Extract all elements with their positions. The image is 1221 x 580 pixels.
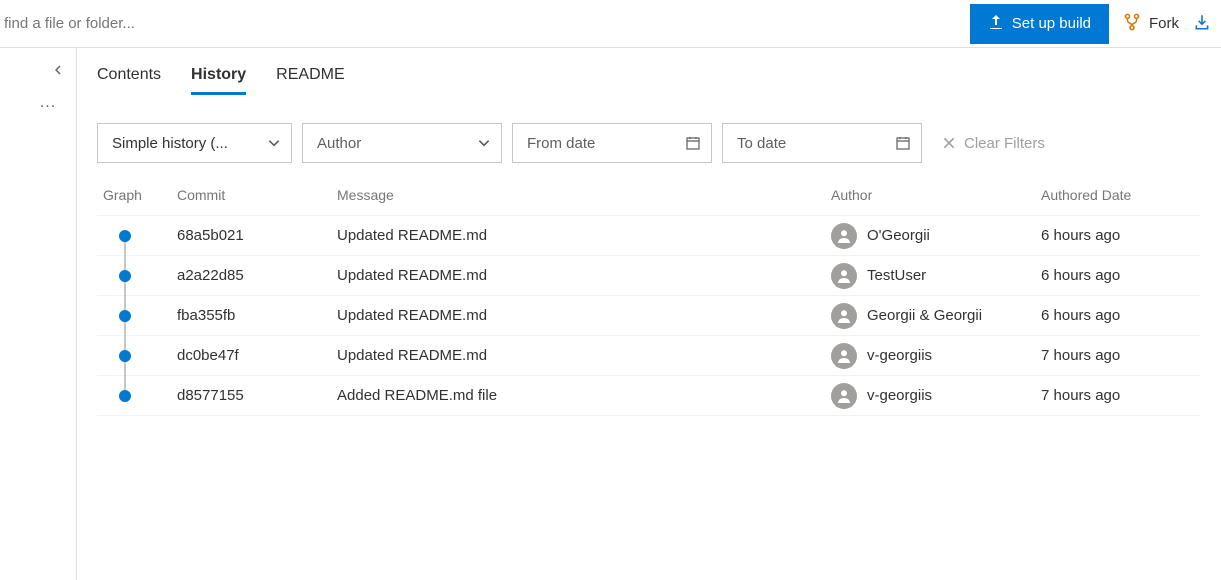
ellipsis-icon: ... — [40, 94, 56, 112]
sidebar: ... — [0, 48, 77, 580]
header-message: Message — [337, 187, 831, 203]
commit-message[interactable]: Added README.md file — [337, 387, 831, 404]
header-date: Authored Date — [1041, 187, 1201, 203]
commit-hash[interactable]: 68a5b021 — [177, 227, 337, 244]
filter-row: Simple history (... Author From date To … — [97, 123, 1201, 163]
avatar — [831, 343, 857, 369]
graph-node-icon — [119, 230, 131, 242]
top-bar: find a file or folder... Set up build Fo… — [0, 0, 1221, 48]
graph-node-icon — [119, 390, 131, 402]
fork-button[interactable]: Fork — [1109, 4, 1193, 44]
table-row[interactable]: 68a5b021Updated README.md O'Georgii 6 hour… — [97, 216, 1201, 256]
history-mode-label: Simple history (... — [112, 135, 228, 152]
header-author: Author — [831, 187, 1041, 203]
graph-node-icon — [119, 270, 131, 282]
table-row[interactable]: dc0be47fUpdated README.md v-georgiis 7 hou… — [97, 336, 1201, 376]
build-icon — [988, 14, 1004, 34]
to-date-label: To date — [737, 135, 786, 152]
commit-author-name[interactable]: Georgii & Georgii — [867, 307, 982, 324]
chevron-down-icon — [477, 136, 491, 150]
from-date-label: From date — [527, 135, 595, 152]
chevron-down-icon — [267, 136, 281, 150]
tab-history[interactable]: History — [191, 66, 246, 95]
header-commit: Commit — [177, 187, 337, 203]
header-graph: Graph — [103, 187, 177, 203]
to-date-input[interactable]: To date — [722, 123, 922, 163]
commit-date: 6 hours ago — [1041, 307, 1201, 324]
commit-author-name[interactable]: TestUser — [867, 267, 926, 284]
commit-message[interactable]: Updated README.md — [337, 347, 831, 364]
tab-readme[interactable]: README — [276, 66, 344, 95]
clear-filters-label: Clear Filters — [964, 135, 1045, 152]
commit-hash[interactable]: a2a22d85 — [177, 267, 337, 284]
avatar — [831, 303, 857, 329]
sidebar-more-button[interactable]: ... — [28, 88, 68, 118]
commit-message[interactable]: Updated README.md — [337, 227, 831, 244]
graph-cell — [103, 256, 177, 296]
table-row[interactable]: a2a22d85Updated README.md TestUser 6 hours… — [97, 256, 1201, 296]
commit-hash[interactable]: d8577155 — [177, 387, 337, 404]
commit-author-cell: TestUser — [831, 263, 1041, 289]
author-filter-dropdown[interactable]: Author — [302, 123, 502, 163]
calendar-icon — [685, 135, 701, 151]
avatar — [831, 263, 857, 289]
download-icon — [1193, 13, 1211, 34]
clone-button[interactable] — [1193, 4, 1221, 44]
search-area[interactable]: find a file or folder... — [0, 15, 970, 32]
search-placeholder-text: find a file or folder... — [4, 15, 135, 32]
commit-date: 7 hours ago — [1041, 347, 1201, 364]
commit-message[interactable]: Updated README.md — [337, 267, 831, 284]
commit-author-cell: v-georgiis — [831, 383, 1041, 409]
tab-contents[interactable]: Contents — [97, 66, 161, 95]
graph-cell — [103, 296, 177, 336]
commit-author-name[interactable]: v-georgiis — [867, 387, 932, 404]
clear-filters-button[interactable]: Clear Filters — [932, 135, 1045, 152]
fork-icon — [1123, 13, 1141, 35]
sidebar-collapse-toggle[interactable] — [48, 60, 68, 80]
commit-author-cell: O'Georgii — [831, 223, 1041, 249]
avatar — [831, 223, 857, 249]
avatar — [831, 383, 857, 409]
top-actions: Set up build Fork — [970, 0, 1221, 47]
author-filter-label: Author — [317, 135, 361, 152]
close-icon — [942, 136, 956, 150]
setup-build-button[interactable]: Set up build — [970, 4, 1109, 44]
graph-cell — [103, 336, 177, 376]
commit-author-cell: Georgii & Georgii — [831, 303, 1041, 329]
table-row[interactable]: fba355fbUpdated README.md Georgii & Georg… — [97, 296, 1201, 336]
graph-cell — [103, 376, 177, 416]
graph-node-icon — [119, 310, 131, 322]
from-date-input[interactable]: From date — [512, 123, 712, 163]
content-tabs: Contents History README — [97, 66, 1201, 95]
commit-author-cell: v-georgiis — [831, 343, 1041, 369]
fork-label: Fork — [1149, 15, 1179, 32]
commit-author-name[interactable]: O'Georgii — [867, 227, 930, 244]
commit-hash[interactable]: dc0be47f — [177, 347, 337, 364]
graph-cell — [103, 216, 177, 256]
calendar-icon — [895, 135, 911, 151]
graph-node-icon — [119, 350, 131, 362]
setup-build-label: Set up build — [1012, 15, 1091, 32]
main-layout: ... Contents History README Simple histo… — [0, 48, 1221, 580]
commit-date: 6 hours ago — [1041, 227, 1201, 244]
history-mode-dropdown[interactable]: Simple history (... — [97, 123, 292, 163]
commit-message[interactable]: Updated README.md — [337, 307, 831, 324]
commit-author-name[interactable]: v-georgiis — [867, 347, 932, 364]
table-row[interactable]: d8577155Added README.md file v-georgiis 7 … — [97, 376, 1201, 416]
commits-table-header: Graph Commit Message Author Authored Dat… — [97, 187, 1201, 216]
commits-table-body: 68a5b021Updated README.mdO'Georgii6 hour… — [97, 216, 1201, 416]
content-area: Contents History README Simple history (… — [77, 48, 1221, 580]
commit-hash[interactable]: fba355fb — [177, 307, 337, 324]
commit-date: 6 hours ago — [1041, 267, 1201, 284]
commit-date: 7 hours ago — [1041, 387, 1201, 404]
